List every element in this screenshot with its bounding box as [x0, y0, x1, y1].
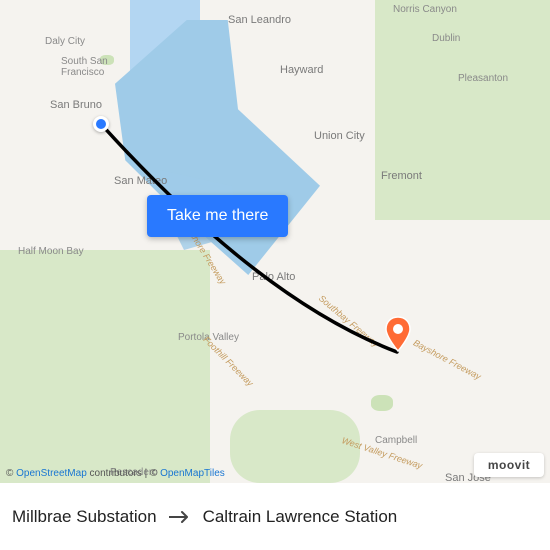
route-to-label: Caltrain Lawrence Station: [203, 507, 398, 527]
hills-east: [375, 0, 550, 220]
map-attribution: © OpenStreetMap contributors | © OpenMap…: [6, 468, 225, 479]
hills-south: [230, 410, 360, 483]
route-from-label: Millbrae Substation: [12, 507, 157, 527]
attrib-middle: contributors | ©: [87, 468, 160, 479]
origin-marker: [93, 116, 109, 132]
arrow-right-icon: [169, 510, 191, 524]
map-viewport[interactable]: Daly City South San Francisco San Bruno …: [0, 0, 550, 483]
openmaptiles-link[interactable]: OpenMapTiles: [160, 468, 225, 479]
osm-link[interactable]: OpenStreetMap: [16, 468, 87, 479]
route-summary-footer: Millbrae Substation Caltrain Lawrence St…: [0, 483, 550, 550]
moovit-logo: moovit: [474, 453, 544, 477]
attrib-prefix: ©: [6, 468, 16, 479]
park-1: [371, 395, 393, 411]
park-2: [100, 55, 114, 65]
take-me-there-button[interactable]: Take me there: [147, 195, 288, 237]
hills-peninsula: [0, 250, 210, 483]
